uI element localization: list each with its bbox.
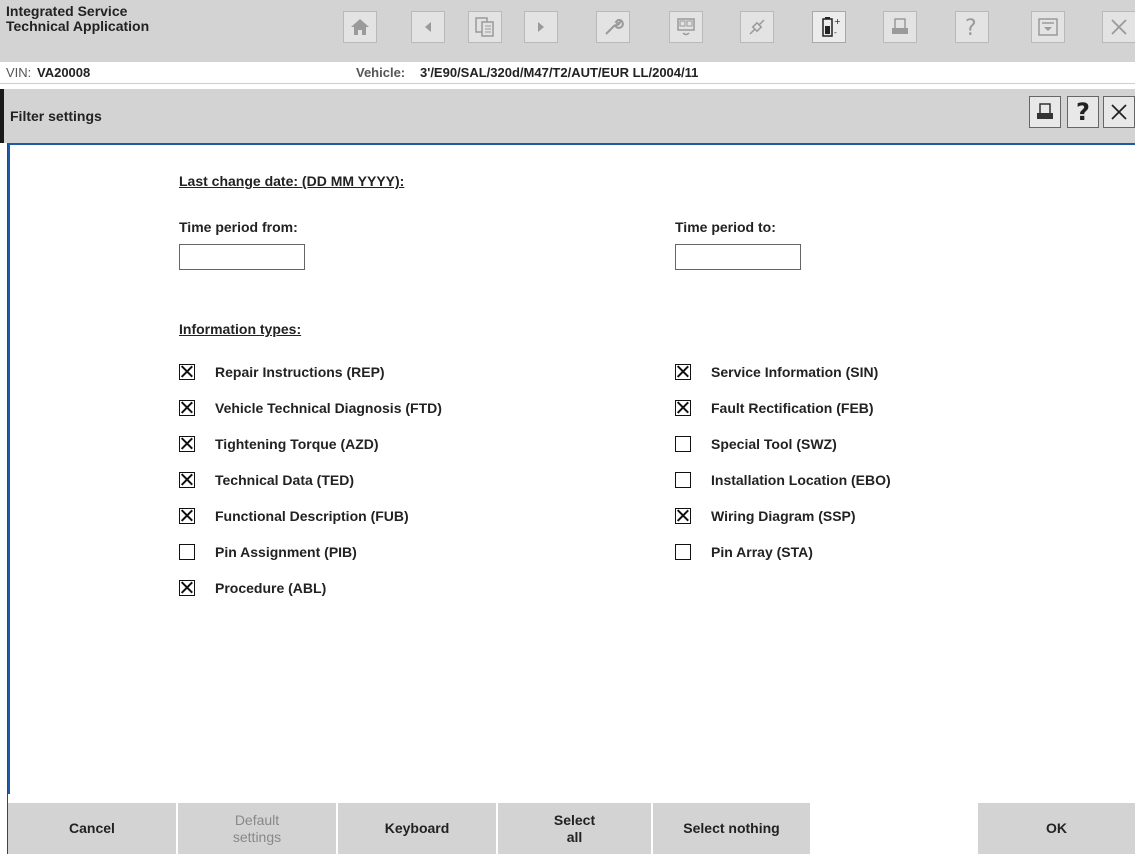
- info-type-option[interactable]: Repair Instructions (REP): [179, 364, 385, 380]
- checkbox-checked[interactable]: [675, 508, 691, 524]
- checkbox-checked[interactable]: [179, 364, 195, 380]
- help-icon: ?: [1076, 98, 1090, 126]
- vin-value: VA20008: [37, 65, 91, 80]
- vehicle-info-bar: VIN: VA20008 Vehicle: 3'/E90/SAL/320d/M4…: [0, 62, 1135, 84]
- info-type-label: Service Information (SIN): [711, 364, 879, 380]
- info-type-label: Pin Array (STA): [711, 544, 813, 560]
- documents-button[interactable]: [468, 11, 502, 43]
- checkbox-unchecked[interactable]: [179, 544, 195, 560]
- panel-help-button[interactable]: ?: [1067, 96, 1099, 128]
- keyboard-button[interactable]: Keyboard: [338, 803, 496, 854]
- info-type-label: Wiring Diagram (SSP): [711, 508, 856, 524]
- select-all-button[interactable]: Select all: [498, 803, 651, 854]
- panel-close-button[interactable]: [1103, 96, 1135, 128]
- info-type-label: Functional Description (FUB): [215, 508, 409, 524]
- battery-status-button[interactable]: + -: [812, 11, 846, 43]
- info-type-label: Pin Assignment (PIB): [215, 544, 357, 560]
- info-type-option[interactable]: Technical Data (TED): [179, 472, 354, 488]
- app-title: Integrated Service Technical Application: [6, 4, 149, 34]
- svg-text:?: ?: [965, 16, 977, 39]
- measurement-button[interactable]: [669, 11, 703, 43]
- info-type-option[interactable]: Functional Description (FUB): [179, 508, 409, 524]
- help-icon: ?: [965, 16, 977, 39]
- last-change-date-heading: Last change date: (DD MM YYYY):: [179, 173, 405, 189]
- svg-text:-: -: [834, 28, 837, 37]
- connection-button[interactable]: [740, 11, 774, 43]
- print-toolbar-button[interactable]: [883, 11, 917, 43]
- ok-button[interactable]: OK: [978, 803, 1135, 854]
- panel-print-button[interactable]: [1029, 96, 1061, 128]
- checkbox-checked[interactable]: [179, 508, 195, 524]
- forward-arrow-icon: [538, 22, 544, 32]
- connection-icon: [749, 19, 765, 35]
- filter-settings-content: Last change date: (DD MM YYYY): Time per…: [8, 143, 1135, 794]
- checkbox-checked[interactable]: [179, 472, 195, 488]
- documents-icon: [475, 17, 494, 37]
- close-icon: [1111, 104, 1127, 120]
- info-type-label: Procedure (ABL): [215, 580, 327, 596]
- home-icon: [351, 19, 369, 35]
- default-settings-button[interactable]: Default settings: [178, 803, 336, 854]
- left-edge-bar: [0, 143, 8, 854]
- checkbox-checked[interactable]: [179, 436, 195, 452]
- back-button[interactable]: [411, 11, 445, 43]
- checkbox-unchecked[interactable]: [675, 472, 691, 488]
- help-toolbar-button[interactable]: ?: [955, 11, 989, 43]
- info-type-option[interactable]: Special Tool (SWZ): [675, 436, 837, 452]
- info-type-label: Vehicle Technical Diagnosis (FTD): [215, 400, 442, 416]
- info-type-option[interactable]: Service Information (SIN): [675, 364, 878, 380]
- app-title-line2: Technical Application: [6, 18, 150, 34]
- info-type-option[interactable]: Wiring Diagram (SSP): [675, 508, 856, 524]
- service-functions-button[interactable]: [596, 11, 630, 43]
- top-toolbar: Integrated Service Technical Application…: [0, 0, 1135, 62]
- info-type-label: Repair Instructions (REP): [215, 364, 385, 380]
- information-types-heading: Information types:: [179, 321, 302, 337]
- time-period-to-label: Time period to:: [675, 219, 776, 235]
- back-arrow-icon: [425, 22, 431, 32]
- info-type-option[interactable]: Procedure (ABL): [179, 580, 326, 596]
- forward-button[interactable]: [524, 11, 558, 43]
- time-period-from-label: Time period from:: [179, 219, 298, 235]
- info-type-option[interactable]: Pin Assignment (PIB): [179, 544, 357, 560]
- info-type-option[interactable]: Vehicle Technical Diagnosis (FTD): [179, 400, 442, 416]
- close-icon: [1111, 19, 1127, 35]
- time-period-to-input[interactable]: [675, 244, 801, 270]
- info-type-label: Technical Data (TED): [215, 472, 354, 488]
- checkbox-checked[interactable]: [179, 580, 195, 596]
- close-toolbar-button[interactable]: [1102, 11, 1135, 43]
- vin-label: VIN:: [6, 65, 32, 80]
- time-period-from-input[interactable]: [179, 244, 305, 270]
- panel-title-bar: Filter settings ?: [0, 89, 1135, 143]
- home-button[interactable]: [343, 11, 377, 43]
- checkbox-checked[interactable]: [675, 400, 691, 416]
- info-type-option[interactable]: Tightening Torque (AZD): [179, 436, 379, 452]
- vehicle-label: Vehicle:: [356, 65, 406, 80]
- battery-icon: +-: [822, 17, 840, 37]
- info-type-label: Special Tool (SWZ): [711, 436, 837, 452]
- dropdown-toolbar-button[interactable]: [1031, 11, 1065, 43]
- select-nothing-button[interactable]: Select nothing: [653, 803, 810, 854]
- info-type-label: Installation Location (EBO): [711, 472, 891, 488]
- info-type-option[interactable]: Fault Rectification (FEB): [675, 400, 874, 416]
- checkbox-unchecked[interactable]: [675, 544, 691, 560]
- checkbox-checked[interactable]: [179, 400, 195, 416]
- svg-text:+: +: [834, 17, 840, 26]
- info-type-option[interactable]: Installation Location (EBO): [675, 472, 891, 488]
- checkbox-checked[interactable]: [675, 364, 691, 380]
- display-icon: [677, 18, 695, 36]
- page-title: Filter settings: [10, 108, 102, 124]
- cancel-button[interactable]: Cancel: [8, 803, 176, 854]
- wrench-icon: [605, 18, 624, 35]
- dropdown-icon: [1038, 18, 1058, 36]
- info-type-label: Fault Rectification (FEB): [711, 400, 874, 416]
- vehicle-value: 3'/E90/SAL/320d/M47/T2/AUT/EUR LL/2004/1…: [420, 65, 699, 80]
- print-icon: [892, 18, 908, 34]
- bottom-button-bar: Cancel Default settings Keyboard Select …: [0, 803, 1135, 854]
- checkbox-unchecked[interactable]: [675, 436, 691, 452]
- info-type-label: Tightening Torque (AZD): [215, 436, 379, 452]
- print-icon: [1037, 103, 1053, 119]
- app-title-line1: Integrated Service: [6, 3, 128, 19]
- info-type-option[interactable]: Pin Array (STA): [675, 544, 813, 560]
